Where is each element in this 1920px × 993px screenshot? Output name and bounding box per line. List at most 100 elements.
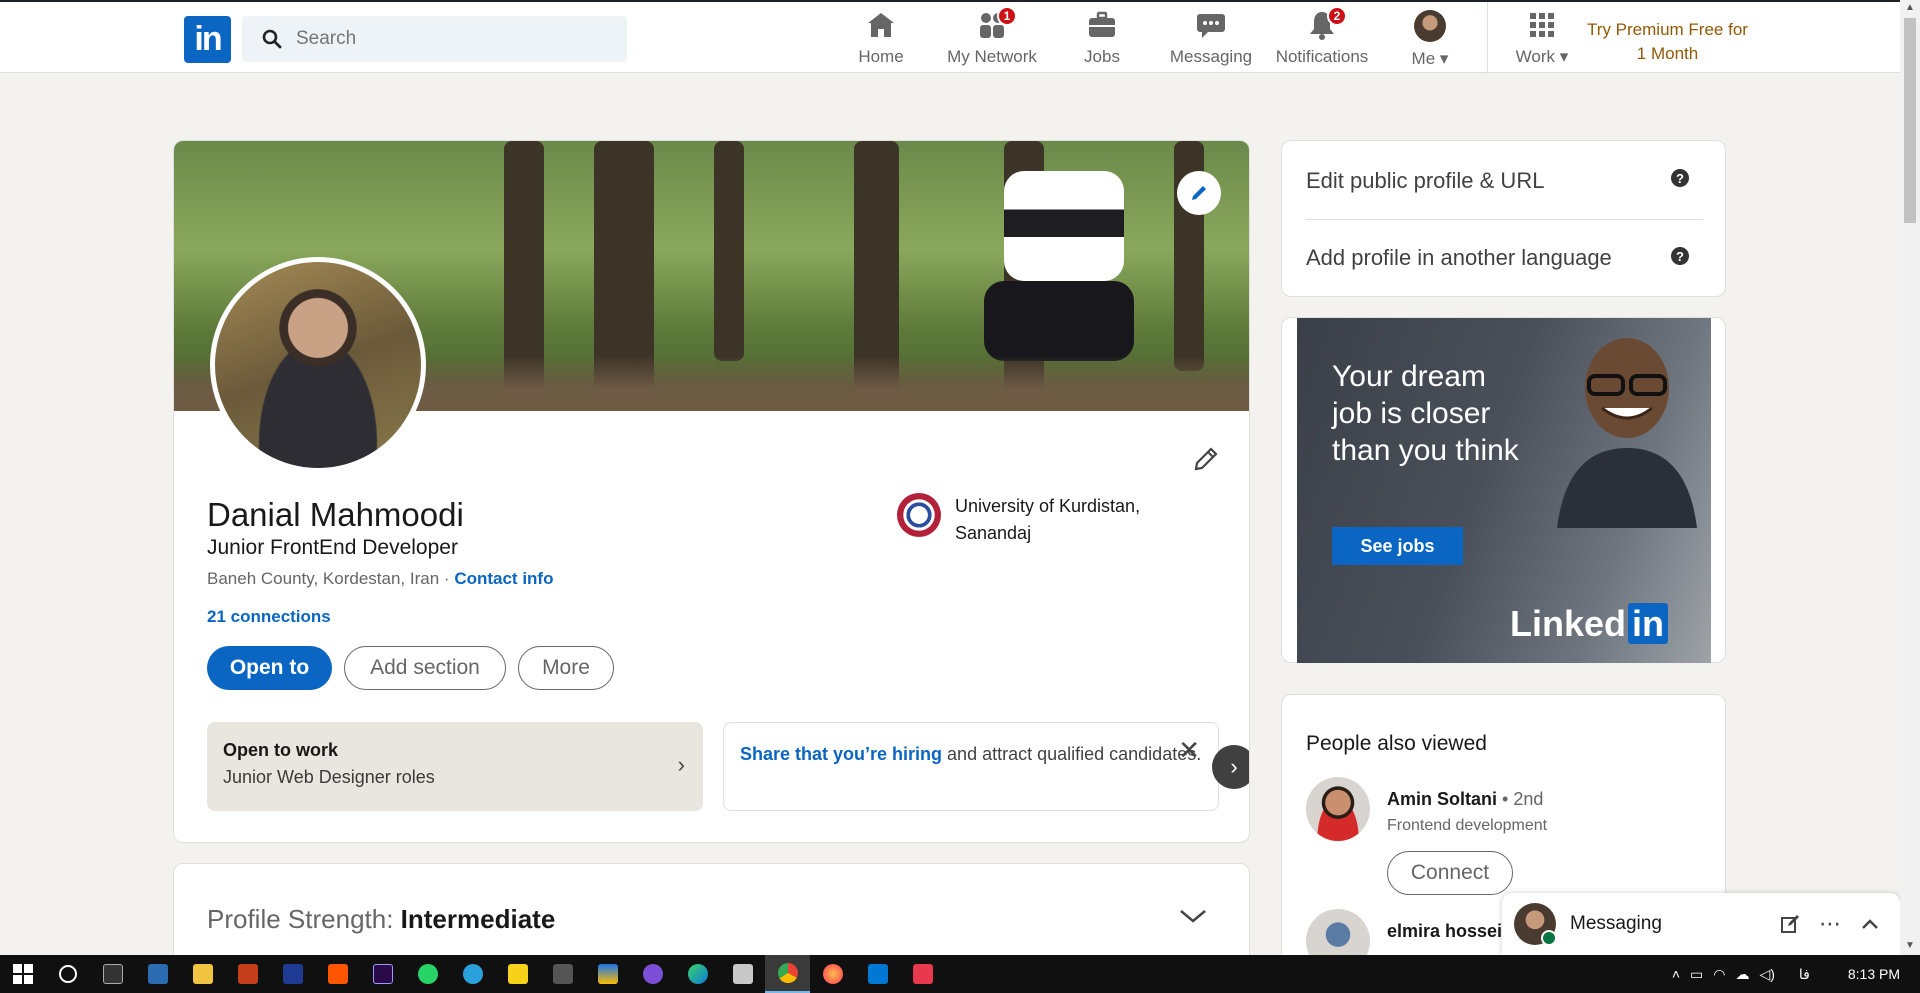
compose-icon[interactable] — [1770, 904, 1810, 944]
scroll-down-arrow[interactable]: ▼ — [1905, 940, 1915, 951]
contact-info-link[interactable]: Contact info — [454, 569, 553, 588]
open-to-work-card[interactable]: Open to work Junior Web Designer roles › — [207, 722, 703, 811]
edit-public-profile-link[interactable]: Edit public profile & URL — [1306, 168, 1544, 194]
chrome-icon — [777, 963, 798, 983]
taskbar-app-5[interactable] — [630, 955, 675, 993]
scroll-up-arrow[interactable]: ▲ — [1905, 2, 1915, 13]
nav-messaging[interactable]: Messaging — [1156, 10, 1266, 70]
profile-photo[interactable] — [210, 257, 426, 473]
messaging-overlay[interactable]: Messaging ⋯ — [1502, 893, 1900, 955]
carousel-next-button[interactable]: › — [1212, 745, 1249, 789]
taskbar-app-2[interactable] — [270, 955, 315, 993]
volume-icon[interactable]: ◁) — [1759, 966, 1774, 983]
grid-icon — [1530, 13, 1554, 37]
taskbar-app-whatsapp[interactable] — [405, 955, 450, 993]
help-icon[interactable]: ? — [1671, 169, 1689, 187]
windows-taskbar: ˄ ▭ ◠ ☁ ◁) فا 8:13 PM — [0, 955, 1920, 993]
taskbar-app-sticky-notes[interactable] — [495, 955, 540, 993]
profile-location: Baneh County, Kordestan, Iran — [207, 569, 440, 588]
pencil-icon — [1192, 186, 1206, 200]
taskbar-app-premiere[interactable] — [360, 955, 405, 993]
taskbar-app-7[interactable] — [900, 955, 945, 993]
chevron-up-icon[interactable] — [1850, 904, 1890, 944]
taskbar-app-powerpoint[interactable] — [225, 955, 270, 993]
search-input[interactable] — [296, 28, 596, 50]
app-icon — [642, 964, 663, 984]
taskbar-app-chrome[interactable] — [765, 955, 810, 993]
more-button[interactable]: More — [518, 646, 614, 690]
chevron-down-icon[interactable] — [1177, 906, 1209, 926]
more-options-icon[interactable]: ⋯ — [1810, 904, 1850, 944]
app-icon — [597, 964, 618, 984]
nav-notifications[interactable]: 2 Notifications — [1267, 6, 1377, 70]
taskbar-app-terminal[interactable] — [90, 955, 135, 993]
taskbar-app-vscode[interactable] — [855, 955, 900, 993]
help-icon[interactable]: ? — [1671, 247, 1689, 265]
university-logo — [897, 493, 941, 537]
caret-down-icon: ▾ — [1439, 49, 1449, 68]
taskbar-app-3[interactable] — [315, 955, 360, 993]
cortana-search-button[interactable] — [45, 955, 90, 993]
person-name-line[interactable]: Amin Soltani • 2nd — [1387, 789, 1543, 810]
edge-icon — [687, 964, 708, 984]
nav-work-label: Work — [1515, 47, 1556, 66]
nav-jobs[interactable]: Jobs — [1047, 10, 1157, 70]
nav-messaging-label: Messaging — [1169, 47, 1253, 66]
divider — [1306, 219, 1703, 220]
sticky-notes-icon — [507, 964, 528, 984]
nav-my-network[interactable]: 1 My Network — [937, 6, 1047, 70]
open-to-button[interactable]: Open to — [207, 646, 332, 690]
add-section-button[interactable]: Add section — [344, 646, 506, 690]
messaging-title: Messaging — [1570, 913, 1662, 934]
profile-headline: Junior FrontEnd Developer — [207, 536, 458, 559]
scrollbar[interactable]: ▲ ▼ — [1900, 0, 1920, 955]
cortana-icon — [58, 965, 77, 983]
open-to-work-roles: Junior Web Designer roles — [223, 767, 435, 787]
bell-icon: 2 — [1307, 6, 1347, 40]
taskbar-app-1[interactable] — [135, 955, 180, 993]
battery-icon[interactable]: ▭ — [1690, 966, 1703, 983]
nav-home[interactable]: Home — [826, 10, 936, 70]
taskbar-app-calculator[interactable] — [540, 955, 585, 993]
taskbar-app-4[interactable] — [585, 955, 630, 993]
folder-icon — [192, 964, 213, 984]
see-jobs-button[interactable]: See jobs — [1332, 527, 1463, 565]
taskbar-app-6[interactable] — [720, 955, 765, 993]
search-bar[interactable] — [242, 16, 627, 62]
share-hiring-link[interactable]: Share that you’re hiring — [740, 744, 942, 764]
clock[interactable]: 8:13 PM — [1848, 966, 1900, 982]
chevron-up-icon[interactable]: ˄ — [1672, 966, 1680, 982]
taskbar-app-telegram[interactable] — [450, 955, 495, 993]
windows-icon — [12, 964, 33, 984]
profile-name: Danial Mahmoodi — [207, 496, 464, 533]
connections-link[interactable]: 21 connections — [207, 607, 331, 627]
app-icon — [147, 964, 168, 984]
job-ad-banner[interactable]: Your dream job is closer than you think … — [1297, 318, 1711, 663]
add-language-link[interactable]: Add profile in another language — [1306, 245, 1612, 271]
connect-button[interactable]: Connect — [1387, 851, 1513, 895]
edit-cover-button[interactable] — [1177, 171, 1221, 215]
linkedin-logo[interactable]: in — [184, 16, 231, 63]
person-name[interactable]: elmira hossei — [1387, 921, 1502, 942]
windows-start-button[interactable] — [0, 955, 45, 993]
notifications-badge: 2 — [1327, 6, 1347, 26]
premium-link[interactable]: Try Premium Free for 1 Month — [1585, 18, 1750, 66]
taskbar-app-edge[interactable] — [675, 955, 720, 993]
linkedin-ad-logo: Linked in — [1510, 603, 1669, 645]
close-icon[interactable]: ✕ — [1178, 737, 1200, 764]
scrollbar-thumb[interactable] — [1904, 18, 1916, 223]
language-indicator[interactable]: فا — [1799, 966, 1810, 983]
app-icon — [327, 964, 348, 984]
wifi-icon[interactable]: ◠ — [1713, 966, 1725, 983]
profile-strength-label: Profile Strength: — [207, 904, 394, 934]
taskbar-app-file-explorer[interactable] — [180, 955, 225, 993]
top-nav-bar: in Home 1 My Network Jobs Messaging 2 No… — [0, 0, 1900, 74]
edit-intro-button[interactable] — [1186, 439, 1226, 479]
nav-me[interactable]: Me ▾ — [1375, 10, 1485, 70]
education-link[interactable]: University of Kurdistan, Sanandaj — [897, 493, 1175, 547]
nav-work[interactable]: Work ▾ — [1487, 10, 1597, 70]
cloud-icon[interactable]: ☁ — [1735, 966, 1749, 983]
nav-home-label: Home — [858, 47, 904, 66]
taskbar-app-firefox[interactable] — [810, 955, 855, 993]
avatar[interactable] — [1306, 777, 1370, 841]
